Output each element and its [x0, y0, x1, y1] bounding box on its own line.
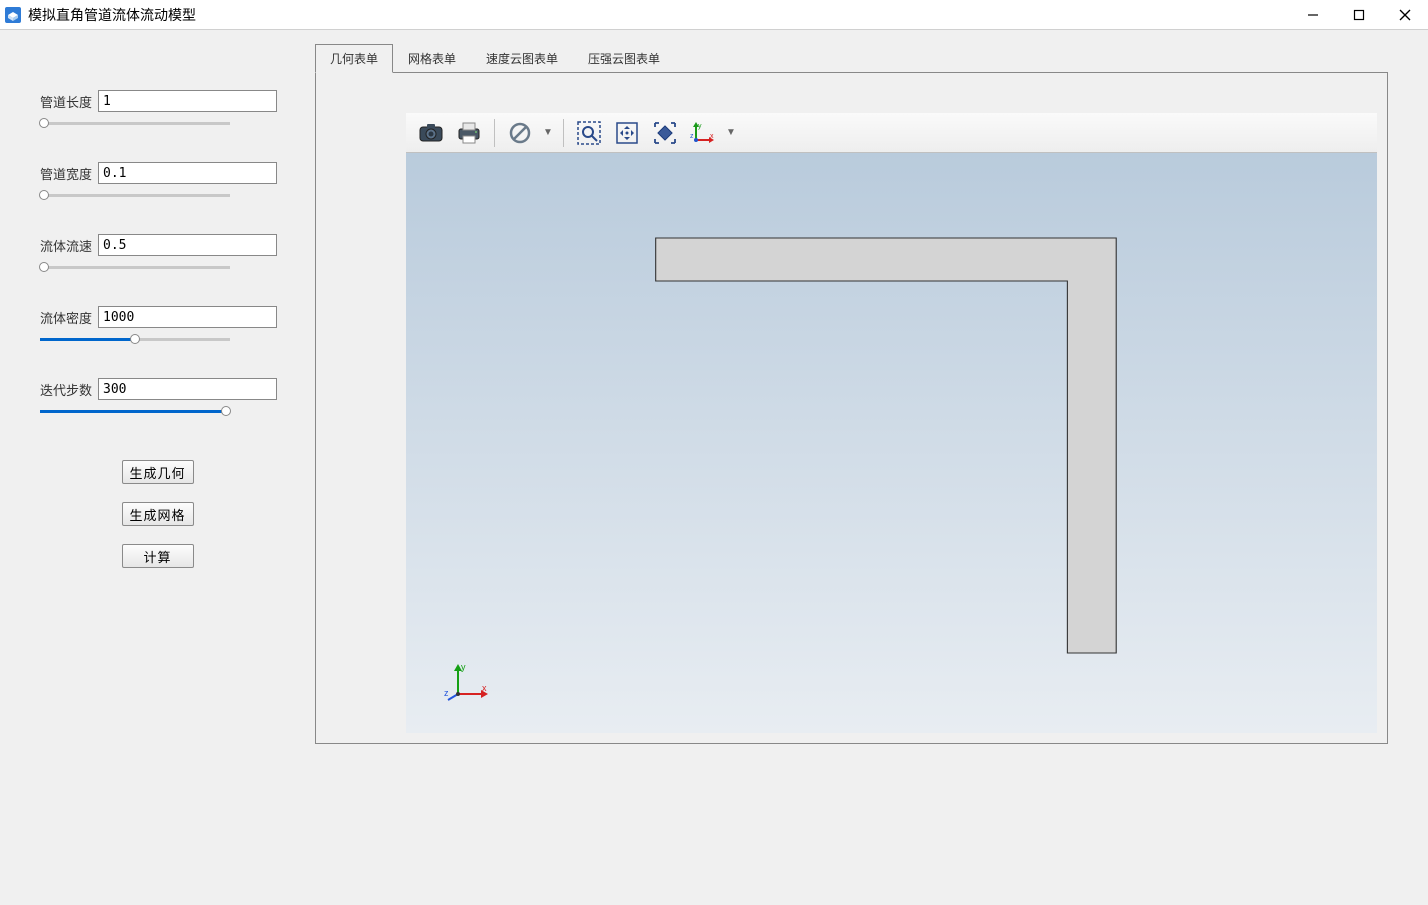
param-iterations: 迭代步数	[40, 378, 275, 420]
app-icon	[4, 6, 22, 24]
pipe-length-input[interactable]	[98, 90, 277, 112]
disable-icon[interactable]	[503, 116, 537, 150]
fluid-density-input[interactable]	[98, 306, 277, 328]
pipe-length-slider[interactable]	[40, 114, 230, 132]
viewport-canvas[interactable]: y x z	[406, 153, 1377, 733]
close-button[interactable]	[1382, 0, 1428, 30]
param-label: 管道长度	[40, 92, 92, 111]
generate-mesh-button[interactable]: 生成网格	[122, 502, 194, 526]
pipe-width-slider[interactable]	[40, 186, 230, 204]
toolbar-separator	[494, 119, 495, 147]
axis-gizmo: y x z	[444, 662, 490, 707]
main-panel: 几何表单 网格表单 速度云图表单 压强云图表单	[315, 30, 1428, 905]
tab-bar: 几何表单 网格表单 速度云图表单 压强云图表单	[315, 44, 1388, 72]
param-pipe-width: 管道宽度	[40, 162, 275, 204]
param-fluid-velocity: 流体流速	[40, 234, 275, 276]
window-controls	[1290, 0, 1428, 30]
title-bar-left: 模拟直角管道流体流动模型	[0, 5, 196, 25]
tab-mesh-form[interactable]: 网格表单	[393, 44, 471, 72]
param-fluid-density: 流体密度	[40, 306, 275, 348]
pan-icon[interactable]	[610, 116, 644, 150]
tab-geometry-form[interactable]: 几何表单	[315, 44, 393, 73]
param-label: 流体密度	[40, 308, 92, 327]
geometry-shape	[406, 153, 1377, 733]
axis-label-z: z	[444, 688, 449, 698]
toolbar-separator	[563, 119, 564, 147]
compute-button[interactable]: 计算	[122, 544, 194, 568]
viewport-toolbar: ▼	[406, 113, 1377, 153]
fluid-velocity-slider[interactable]	[40, 258, 230, 276]
axis-icon[interactable]: y x z	[686, 116, 720, 150]
app-title: 模拟直角管道流体流动模型	[28, 5, 196, 25]
minimize-button[interactable]	[1290, 0, 1336, 30]
viewport-frame: ▼	[315, 72, 1388, 744]
maximize-button[interactable]	[1336, 0, 1382, 30]
generate-geometry-button[interactable]: 生成几何	[122, 460, 194, 484]
iterations-input[interactable]	[98, 378, 277, 400]
iterations-slider[interactable]	[40, 402, 230, 420]
svg-text:x: x	[710, 133, 714, 140]
title-bar: 模拟直角管道流体流动模型	[0, 0, 1428, 30]
fit-view-icon[interactable]	[648, 116, 682, 150]
svg-text:z: z	[690, 133, 694, 140]
action-buttons: 生成几何 生成网格 计算	[40, 460, 275, 568]
param-label: 管道宽度	[40, 164, 92, 183]
printer-icon[interactable]	[452, 116, 486, 150]
fluid-velocity-input[interactable]	[98, 234, 277, 256]
param-label: 流体流速	[40, 236, 92, 255]
dropdown-icon[interactable]: ▼	[724, 127, 738, 138]
zoom-area-icon[interactable]	[572, 116, 606, 150]
pipe-width-input[interactable]	[98, 162, 277, 184]
axis-label-x: x	[482, 683, 487, 693]
sidebar: 管道长度 管道宽度 流体流速	[0, 30, 315, 905]
axis-label-y: y	[461, 662, 466, 672]
param-pipe-length: 管道长度	[40, 90, 275, 132]
svg-text:y: y	[698, 123, 702, 130]
camera-icon[interactable]	[414, 116, 448, 150]
param-label: 迭代步数	[40, 380, 92, 399]
tab-velocity-contour-form[interactable]: 速度云图表单	[471, 44, 573, 72]
dropdown-icon[interactable]: ▼	[541, 127, 555, 138]
fluid-density-slider[interactable]	[40, 330, 230, 348]
tab-pressure-contour-form[interactable]: 压强云图表单	[573, 44, 675, 72]
